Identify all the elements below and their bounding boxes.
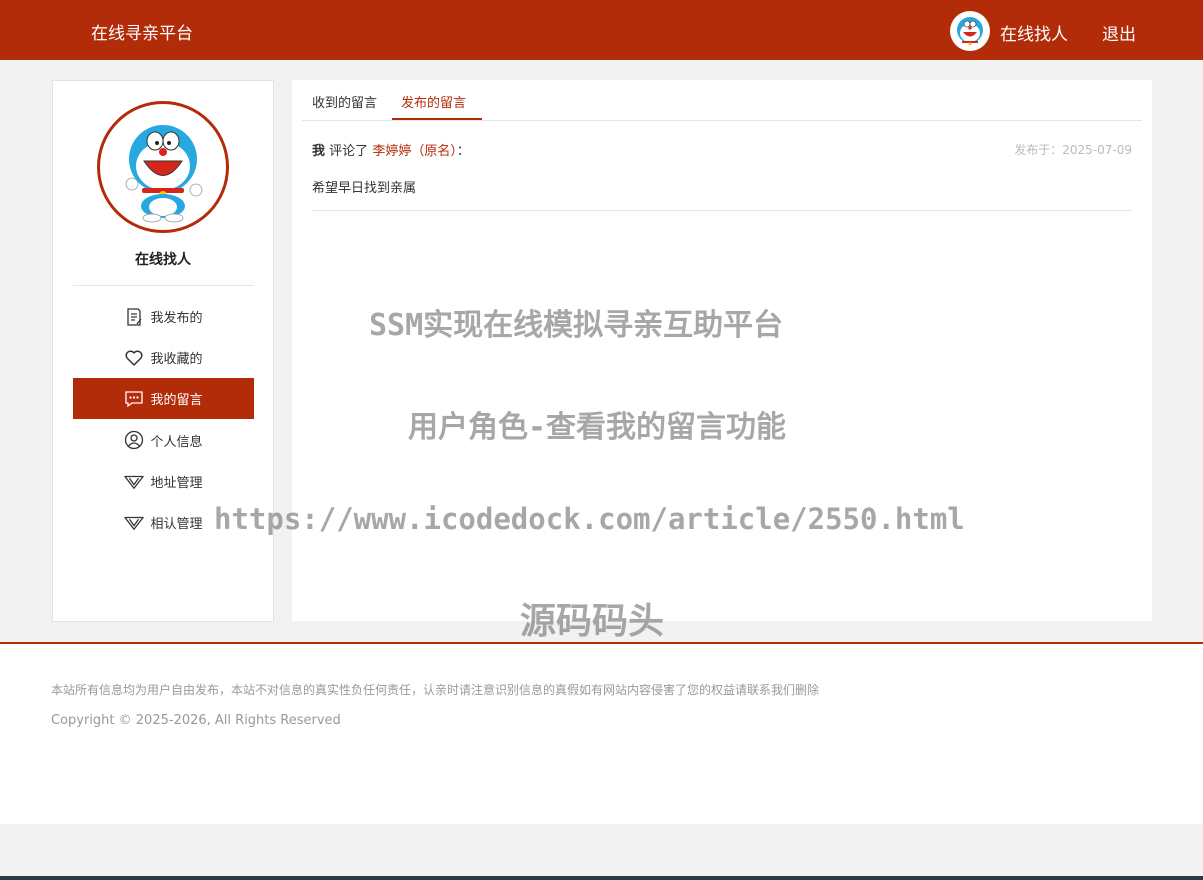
user-circle-icon	[124, 430, 144, 450]
message-colon: ：	[456, 144, 470, 159]
sidebar-item-address[interactable]: 地址管理	[73, 461, 254, 502]
sidebar-item-label: 我的留言	[150, 393, 203, 409]
message-icon	[124, 389, 144, 409]
brand-title[interactable]: 在线寻亲平台	[91, 19, 193, 44]
v-badge-icon	[124, 471, 145, 491]
message-content: 希望早日找到亲属	[312, 181, 417, 196]
sidebar-item-label: 我收藏的	[150, 352, 203, 368]
message-header: 我 评论了 李婷婷（原名）：	[312, 140, 1132, 159]
page-footer: 本站所有信息均为用户自由发布，本站不对信息的真实性负任何责任，认亲时请注意识别信…	[0, 642, 1203, 824]
doraemon-avatar-icon	[125, 125, 203, 223]
top-header: 在线寻亲平台 在线找人 退出	[0, 0, 1203, 60]
heart-icon	[124, 348, 144, 368]
sidebar-item-label: 相认管理	[150, 516, 203, 532]
sidebar-item-label: 个人信息	[150, 434, 203, 450]
bottom-bar	[0, 876, 1203, 880]
message-item: 我 评论了 李婷婷（原名）： 发布于：2025-07-09 希望早日找到亲属	[312, 140, 1132, 211]
document-edit-icon	[124, 307, 144, 327]
tab-posted-messages[interactable]: 发布的留言	[401, 92, 466, 111]
sidebar-item-my-messages[interactable]: 我的留言	[73, 378, 254, 420]
header-username[interactable]: 在线找人	[1000, 20, 1068, 45]
sidebar-item-label: 我发布的	[150, 311, 203, 326]
sidebar-item-my-posts[interactable]: 我发布的	[73, 296, 254, 337]
sidebar-menu: 我发布的 我收藏的 我的留言 个人信息 地址管理 相认管理	[73, 296, 254, 543]
message-tabs: 收到的留言 发布的留言	[302, 80, 1142, 121]
message-date: 发布于：2025-07-09	[1014, 143, 1132, 157]
sidebar-item-favorites[interactable]: 我收藏的	[73, 337, 254, 378]
message-divider	[312, 210, 1132, 211]
v-badge-icon	[124, 512, 145, 532]
footer-copyright: Copyright © 2025-2026, All Rights Reserv…	[51, 713, 341, 728]
messages-panel: 收到的留言 发布的留言 我 评论了 李婷婷（原名）： 发布于：2025-07-0…	[292, 80, 1152, 621]
sidebar-item-recognition[interactable]: 相认管理	[73, 502, 254, 543]
footer-disclaimer: 本站所有信息均为用户自由发布，本站不对信息的真实性负任何责任，认亲时请注意识别信…	[51, 683, 820, 697]
message-author: 我	[312, 144, 326, 159]
sidebar-item-label: 地址管理	[150, 475, 203, 491]
header-avatar[interactable]	[950, 11, 990, 51]
tab-received-messages[interactable]: 收到的留言	[312, 92, 377, 111]
logout-link[interactable]: 退出	[1102, 20, 1136, 45]
active-tab-indicator	[392, 118, 482, 120]
profile-avatar	[97, 101, 229, 233]
sidebar-divider	[73, 285, 254, 286]
sidebar-item-profile[interactable]: 个人信息	[73, 420, 254, 461]
user-sidebar: 在线找人 我发布的 我收藏的 我的留言 个人信息 地址管理 相认管理	[52, 80, 274, 622]
message-target-link[interactable]: 李婷婷（原名）	[372, 144, 457, 159]
message-verb: 评论了	[329, 144, 369, 159]
profile-name: 在线找人	[135, 252, 191, 268]
doraemon-avatar-icon	[957, 17, 983, 46]
